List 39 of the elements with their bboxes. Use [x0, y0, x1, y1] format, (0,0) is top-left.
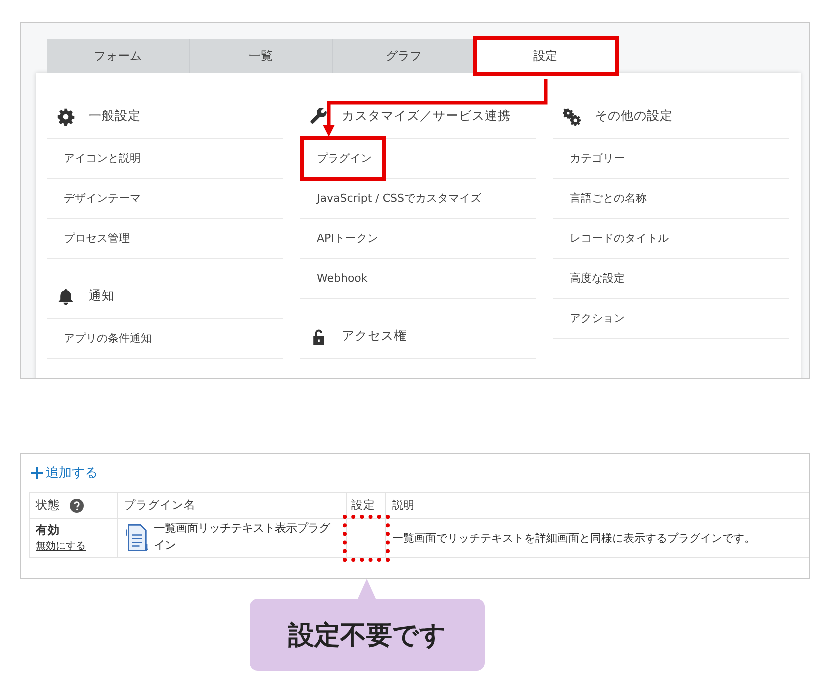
settings-link[interactable]: 言語ごとの名称 — [570, 191, 647, 206]
callout: 設定不要です — [250, 599, 485, 671]
tab[interactable]: 設定 — [476, 39, 616, 73]
description-text: 一覧画面でリッチテキストを詳細画面と同様に表示するプラグインです。 — [392, 532, 756, 544]
tab[interactable]: フォーム — [47, 39, 190, 73]
gears-icon — [563, 108, 581, 126]
settings-link[interactable]: アイコンと説明 — [64, 151, 141, 166]
add-link[interactable]: 追加する — [29, 462, 100, 484]
column-title: プラグイン名 — [124, 498, 196, 513]
settings-link[interactable]: Webhook — [317, 272, 368, 285]
tab[interactable]: 一覧 — [190, 39, 333, 73]
section-title: その他の設定 — [595, 108, 673, 125]
plus-icon — [31, 467, 43, 479]
settings-link[interactable]: APIトークン — [317, 231, 378, 246]
settings-link[interactable]: レコードのタイトル — [570, 231, 669, 246]
settings-link[interactable]: アクション — [570, 311, 625, 326]
disable-link[interactable]: 無効にする — [36, 541, 86, 552]
settings-link[interactable]: プラグイン — [300, 136, 386, 181]
section-title: 一般設定 — [89, 108, 141, 125]
status-text: 有効 — [36, 523, 61, 538]
help-icon — [70, 498, 84, 512]
wrench-icon — [310, 108, 328, 126]
document-icon — [126, 524, 148, 552]
settings-link[interactable]: デザインテーマ — [64, 191, 141, 206]
settings-link[interactable]: カテゴリー — [570, 151, 625, 166]
settings-link[interactable]: JavaScript / CSSでカスタマイズ — [317, 191, 482, 206]
bell-icon — [57, 288, 75, 306]
column-title: 説明 — [392, 498, 414, 513]
settings-link[interactable]: プロセス管理 — [64, 231, 130, 246]
tab[interactable]: グラフ — [333, 39, 476, 73]
column-title: 設定 — [351, 498, 376, 513]
section-title: アクセス権 — [342, 328, 407, 345]
plugin-name: 一覧画面リッチテキスト表示プラグイン — [154, 521, 332, 554]
gear-icon — [57, 108, 75, 126]
section-title: 通知 — [89, 288, 115, 305]
column-title: 状態 — [36, 498, 60, 513]
settings-link[interactable]: 高度な設定 — [570, 271, 625, 286]
settings-link[interactable]: アプリの条件通知 — [64, 331, 152, 346]
section-title: カスタマイズ／サービス連携 — [342, 108, 511, 125]
